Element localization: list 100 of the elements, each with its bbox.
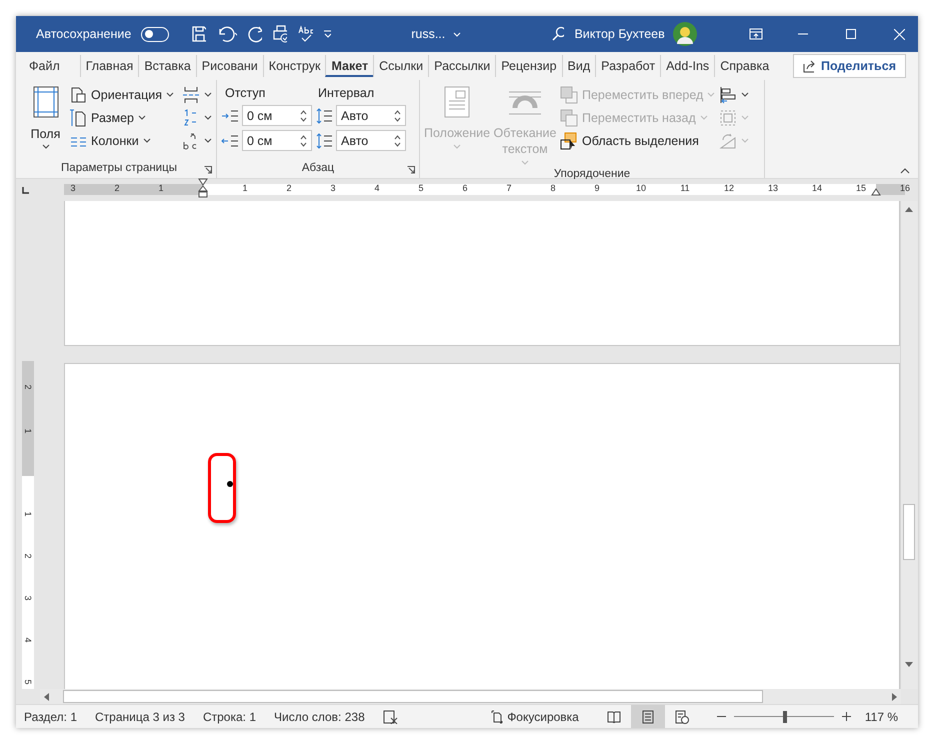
margins-button[interactable]: Поля <box>26 82 66 159</box>
zoom-thumb[interactable] <box>782 710 787 722</box>
ruler-number: 3 <box>70 183 76 193</box>
ribbon-tab[interactable]: Вставка <box>138 55 196 77</box>
ribbon-display-icon[interactable] <box>748 28 763 40</box>
columns-button[interactable]: Колонки <box>69 130 174 151</box>
ruler-number: 8 <box>550 183 556 193</box>
spacing-after-icon <box>315 132 333 148</box>
ribbon-tab[interactable]: Ссылки <box>373 55 428 77</box>
selection-button[interactable]: Область выделения <box>560 130 716 151</box>
status-text[interactable]: Строка: 1 <box>202 710 256 724</box>
scroll-right-icon[interactable] <box>892 692 897 700</box>
spacing-label: Интервал <box>318 86 374 100</box>
orientation-button[interactable]: Ориентация <box>69 84 174 105</box>
print-preview-icon[interactable] <box>272 25 287 43</box>
minimize-icon[interactable] <box>798 33 808 35</box>
redo-icon[interactable] <box>246 25 262 43</box>
ribbon-tab[interactable]: Рецензир <box>495 55 562 77</box>
indent-marker-icon[interactable] <box>198 178 208 198</box>
caret-icon <box>138 115 146 120</box>
ribbon-tab[interactable]: Файл <box>24 55 80 77</box>
zoom-in-icon[interactable] <box>842 712 851 721</box>
ribbon-tab[interactable]: Рисовани <box>196 55 263 77</box>
group-title: Параметры страницы <box>61 162 177 174</box>
search-icon[interactable] <box>551 26 564 42</box>
focus-button[interactable]: Фокусировка <box>491 710 579 724</box>
save-icon[interactable] <box>190 25 206 43</box>
ribbon-tab[interactable]: Рассылки <box>428 55 496 77</box>
ruler-number: 2 <box>23 383 33 392</box>
dialog-launcher-icon[interactable] <box>407 166 415 174</box>
scroll-thumb[interactable] <box>903 504 915 560</box>
focus-icon <box>491 710 504 724</box>
page-icon <box>69 86 88 104</box>
web-page-icon <box>674 710 689 724</box>
page-size-icon <box>69 108 88 126</box>
caret-icon <box>204 138 212 143</box>
ruler-number: 9 <box>594 183 600 193</box>
collapse-ribbon-icon[interactable] <box>900 168 910 174</box>
group-title: Упорядочение <box>554 168 630 180</box>
highlight-frame <box>208 453 236 523</box>
indent-field[interactable]: 0 см <box>242 130 312 151</box>
ribbon-tab[interactable]: Справка <box>714 55 774 77</box>
avatar[interactable] <box>672 22 697 46</box>
proofing-icon[interactable] <box>382 710 399 724</box>
caret-icon <box>142 138 151 143</box>
ribbon-tab[interactable]: Вид <box>562 55 596 77</box>
ribbon-tab[interactable]: Главная <box>80 55 138 77</box>
ruler-number: 13 <box>768 183 778 193</box>
ribbon-tab[interactable]: Конструк <box>262 55 326 77</box>
spinner-icon[interactable] <box>300 134 307 148</box>
customize-icon[interactable] <box>322 29 332 39</box>
maximize-icon[interactable] <box>846 29 856 39</box>
ribbon-tab[interactable]: Add-Ins <box>660 55 714 77</box>
spacing-field[interactable]: Авто <box>336 105 406 126</box>
ruler-number: 10 <box>636 183 646 193</box>
spacing-field[interactable]: Авто <box>336 130 406 151</box>
tab-stop-icon[interactable] <box>21 185 31 195</box>
status-text[interactable]: Страница 3 из 3 <box>95 710 185 724</box>
close-icon[interactable] <box>894 28 905 40</box>
spinner-icon[interactable] <box>394 108 401 122</box>
ribbon-tab[interactable]: Макет <box>325 55 374 77</box>
ruler-number: 5 <box>23 678 33 686</box>
caret-icon <box>453 32 462 36</box>
scroll-thumb[interactable] <box>63 690 763 703</box>
right-indent-marker-icon[interactable] <box>871 188 882 196</box>
scroll-left-icon[interactable] <box>44 692 49 700</box>
spinner-icon[interactable] <box>394 134 401 148</box>
file-name[interactable]: russ... <box>411 27 446 41</box>
align-button[interactable] <box>719 84 750 105</box>
breaks-button[interactable] <box>182 84 212 105</box>
group-icon <box>719 108 738 126</box>
spelling-icon[interactable] <box>296 25 313 43</box>
scroll-down-icon[interactable] <box>905 662 913 667</box>
ruler-number: 6 <box>462 183 468 193</box>
line-numbers-button[interactable] <box>182 107 212 128</box>
ribbon-tab[interactable]: Разработ <box>595 55 660 77</box>
size-button[interactable]: Размер <box>69 107 174 128</box>
ruler-number: 15 <box>856 183 866 193</box>
status-text[interactable]: Число слов: 238 <box>274 710 365 724</box>
caret-icon <box>453 144 461 149</box>
zoom-level[interactable]: 117 % <box>864 710 898 724</box>
autosave-toggle[interactable] <box>141 26 169 42</box>
spinner-icon[interactable] <box>300 108 307 122</box>
margins-icon <box>32 86 59 118</box>
status-text[interactable]: Раздел: 1 <box>24 710 78 724</box>
ruler-number: 16 <box>900 183 910 193</box>
position-icon <box>444 86 470 118</box>
ruler-number: 4 <box>374 183 380 193</box>
ruler-number: 1 <box>23 510 33 518</box>
indent-field[interactable]: 0 см <box>242 105 312 126</box>
dialog-launcher-icon[interactable] <box>204 166 212 174</box>
ruler-number: 1 <box>158 183 164 193</box>
ruler-number: 3 <box>330 183 336 193</box>
share-button[interactable]: Поделиться <box>792 54 906 78</box>
print-view-button[interactable] <box>630 705 665 728</box>
caret-icon <box>741 115 750 120</box>
scroll-up-icon[interactable] <box>905 207 913 212</box>
text-cursor <box>227 481 233 487</box>
user-name[interactable]: Виктор Бухтеев <box>574 27 665 41</box>
send-backward-icon <box>560 108 578 126</box>
